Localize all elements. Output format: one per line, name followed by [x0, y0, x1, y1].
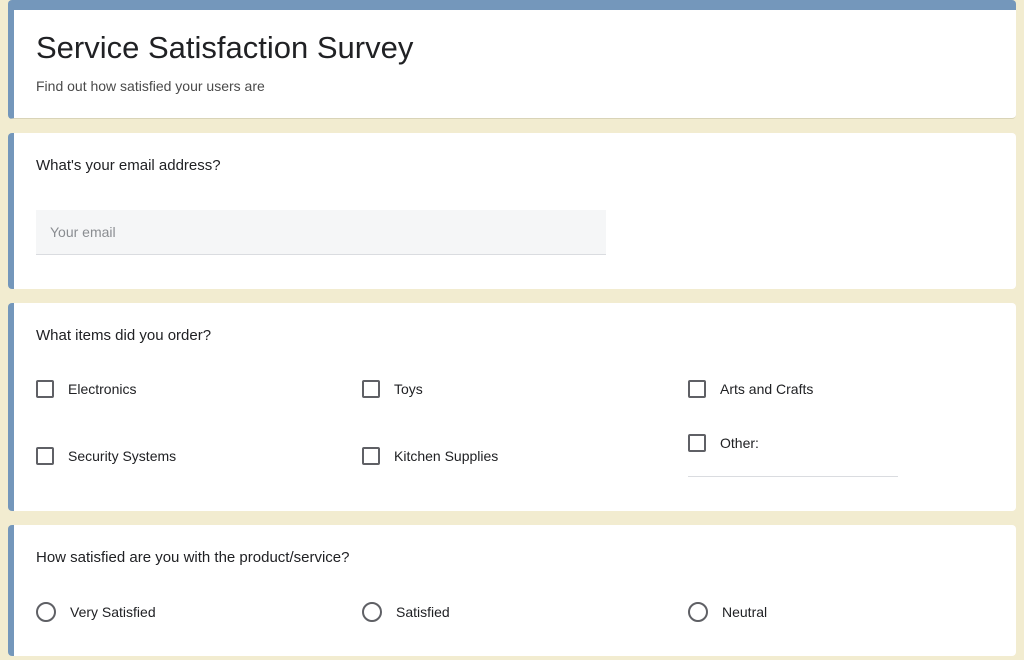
- checkbox-icon[interactable]: [36, 380, 54, 398]
- question-card-email: What's your email address?: [8, 133, 1016, 289]
- checkbox-option[interactable]: Toys: [362, 380, 668, 398]
- option-label: Kitchen Supplies: [394, 448, 498, 464]
- radio-options-grid: Very Satisfied Satisfied Neutral: [36, 602, 994, 622]
- checkbox-option-other[interactable]: Other:: [688, 434, 994, 477]
- checkbox-icon[interactable]: [36, 447, 54, 465]
- option-label: Very Satisfied: [70, 604, 156, 620]
- radio-icon[interactable]: [36, 602, 56, 622]
- radio-option[interactable]: Neutral: [688, 602, 994, 622]
- question-title: What items did you order?: [36, 327, 994, 344]
- form-header-card: Service Satisfaction Survey Find out how…: [8, 0, 1016, 119]
- checkbox-option[interactable]: Electronics: [36, 380, 342, 398]
- checkbox-option[interactable]: Security Systems: [36, 434, 342, 477]
- option-label: Toys: [394, 381, 423, 397]
- checkbox-options-grid: Electronics Toys Arts and Crafts Securit…: [36, 380, 994, 477]
- radio-icon[interactable]: [688, 602, 708, 622]
- radio-icon[interactable]: [362, 602, 382, 622]
- checkbox-icon[interactable]: [688, 434, 706, 452]
- checkbox-icon[interactable]: [362, 380, 380, 398]
- radio-option[interactable]: Satisfied: [362, 602, 668, 622]
- question-title: How satisfied are you with the product/s…: [36, 549, 994, 566]
- option-label: Satisfied: [396, 604, 450, 620]
- question-card-items: What items did you order? Electronics To…: [8, 303, 1016, 511]
- form-subtitle: Find out how satisfied your users are: [36, 78, 994, 94]
- question-card-satisfaction: How satisfied are you with the product/s…: [8, 525, 1016, 656]
- checkbox-option[interactable]: Kitchen Supplies: [362, 434, 668, 477]
- option-label: Security Systems: [68, 448, 176, 464]
- checkbox-icon[interactable]: [688, 380, 706, 398]
- option-label: Other:: [720, 435, 759, 451]
- option-label: Neutral: [722, 604, 767, 620]
- option-label: Arts and Crafts: [720, 381, 813, 397]
- radio-option[interactable]: Very Satisfied: [36, 602, 342, 622]
- checkbox-option[interactable]: Arts and Crafts: [688, 380, 994, 398]
- form-title: Service Satisfaction Survey: [36, 30, 994, 66]
- other-text-field[interactable]: [688, 456, 898, 477]
- checkbox-icon[interactable]: [362, 447, 380, 465]
- question-title: What's your email address?: [36, 157, 994, 174]
- email-field[interactable]: [36, 210, 606, 255]
- option-label: Electronics: [68, 381, 136, 397]
